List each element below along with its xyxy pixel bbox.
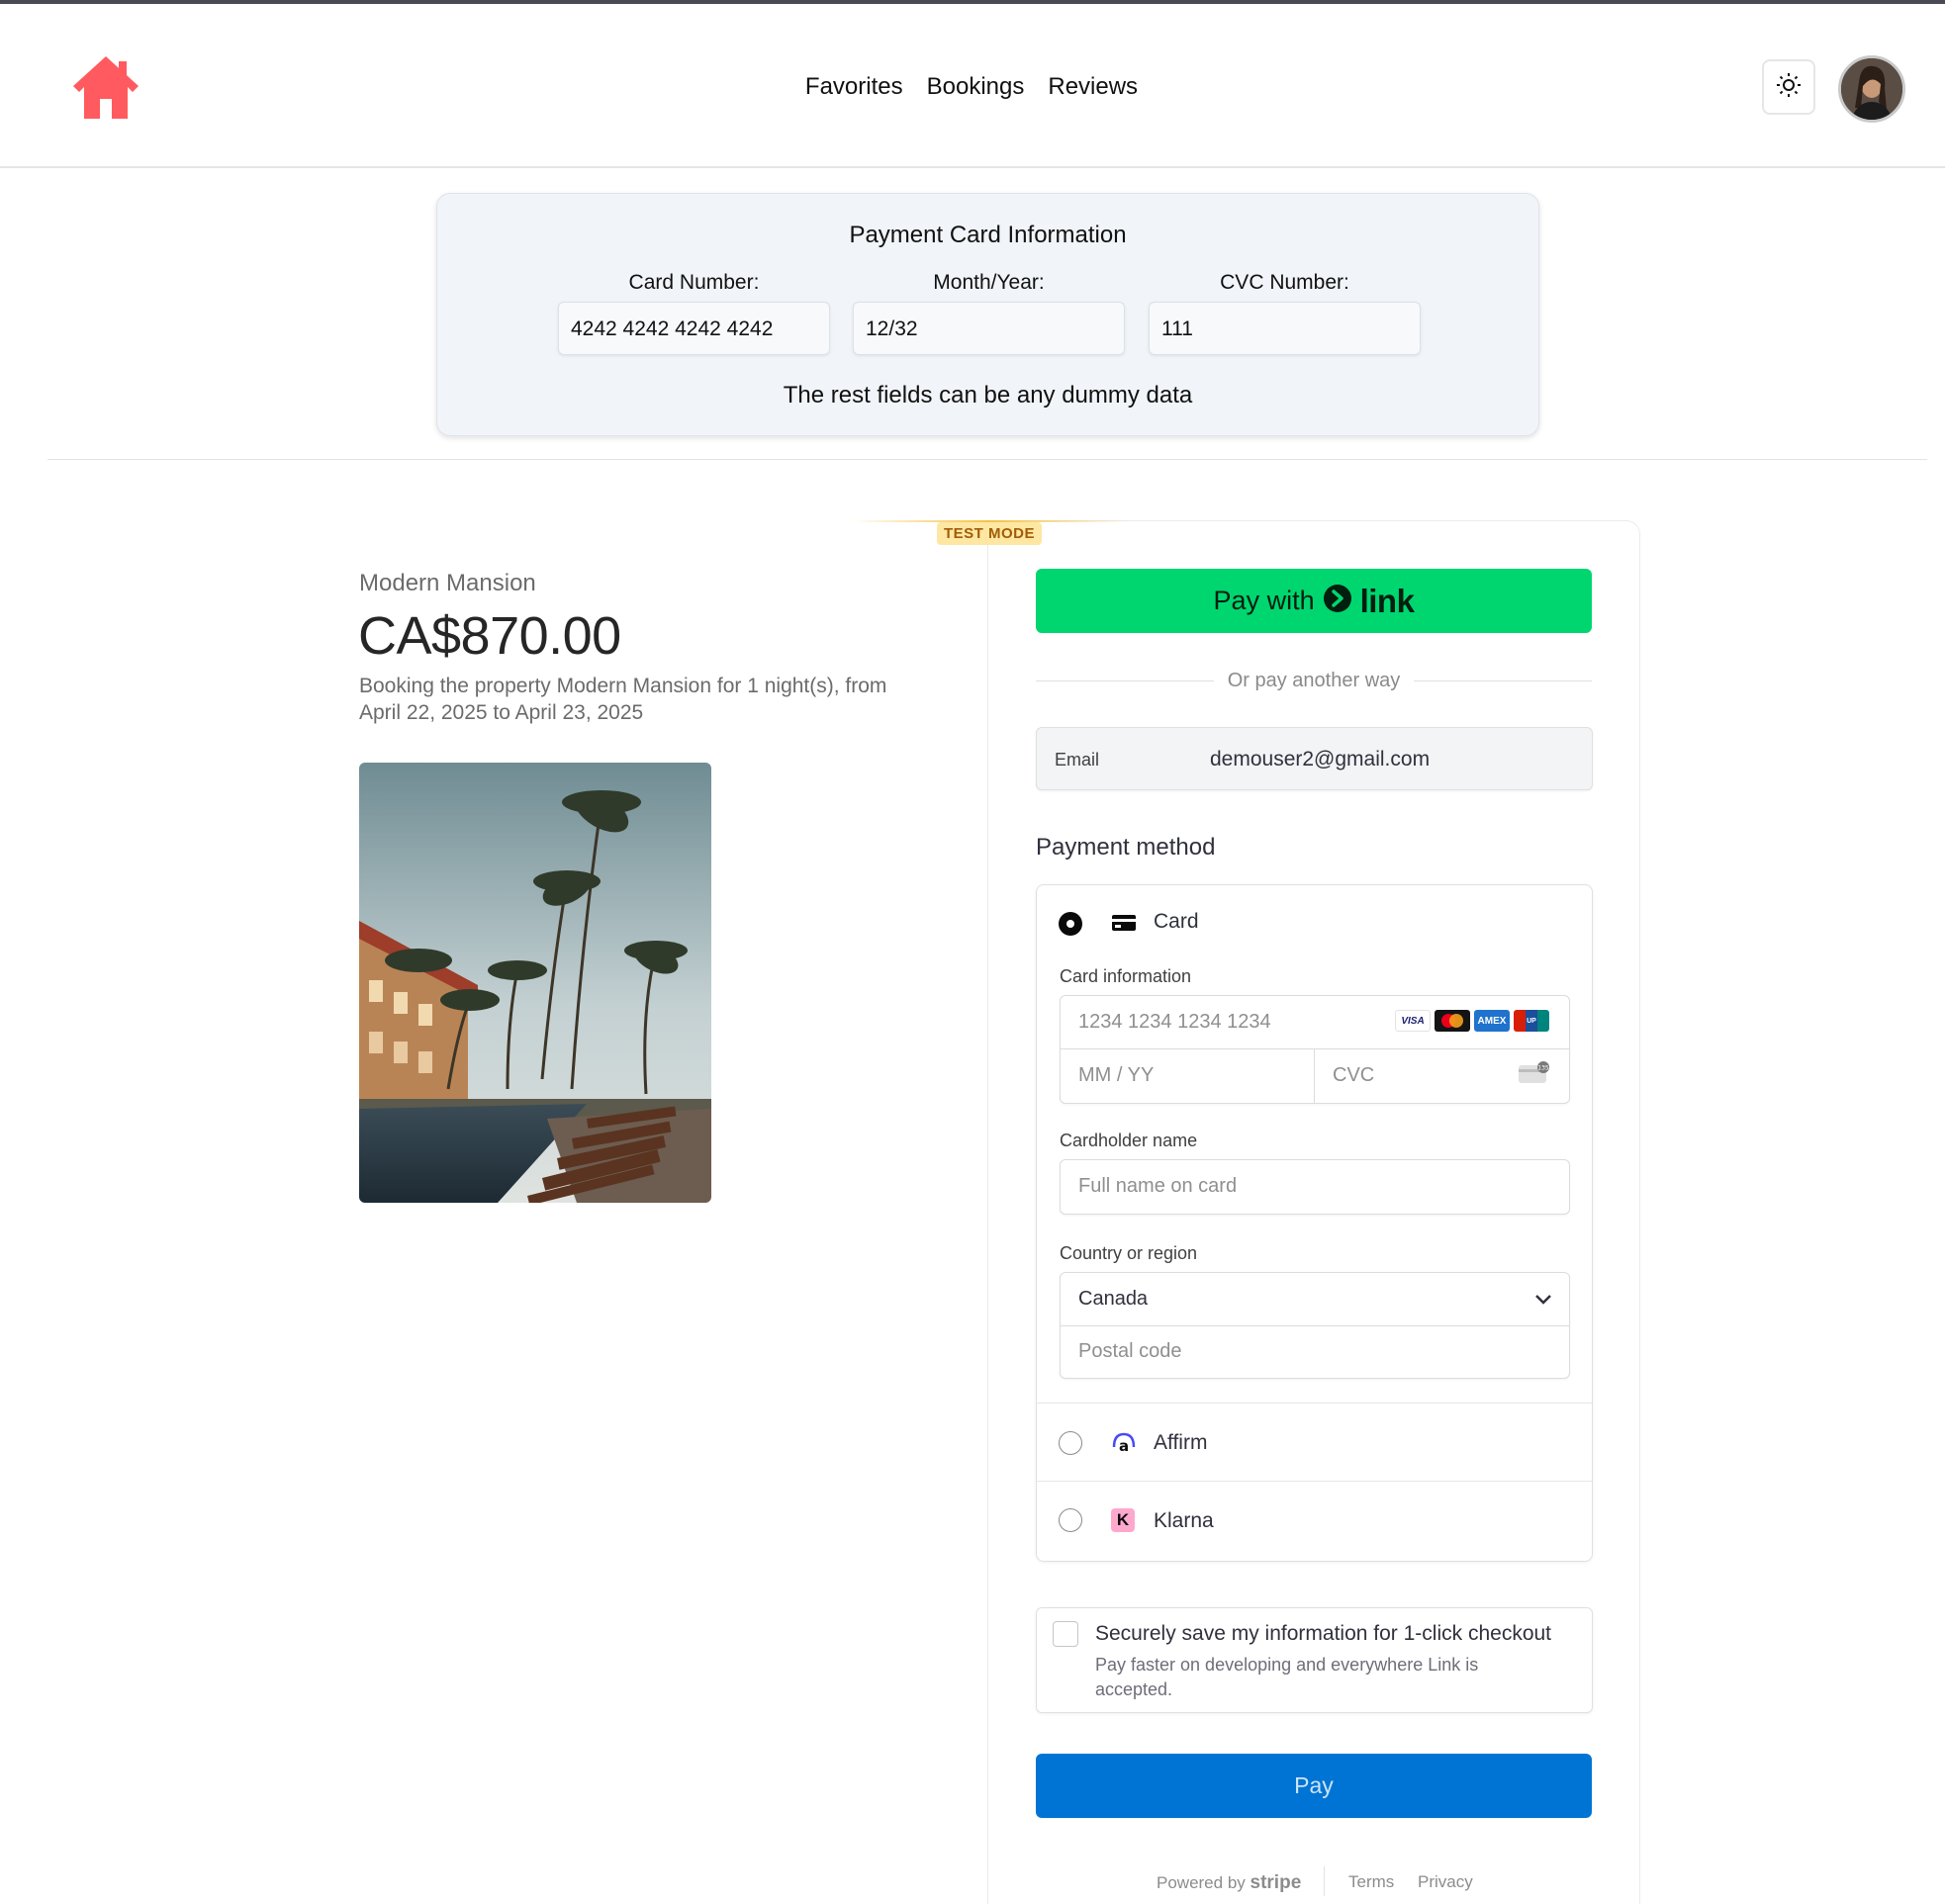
month-year-label: Month/Year: [933,271,1045,294]
navbar: Favorites Bookings Reviews [0,4,1945,168]
postal-code-input[interactable]: Postal code [1078,1340,1182,1363]
email-value: demouser2@gmail.com [1210,748,1431,771]
unionpay-icon: UP [1514,1010,1549,1032]
mastercard-icon [1435,1010,1470,1032]
affirm-radio[interactable] [1059,1431,1082,1455]
cvc-label: CVC Number: [1220,271,1349,294]
link-brand-text: link [1359,582,1415,619]
klarna-radio[interactable] [1059,1508,1082,1532]
affirm-icon: a [1111,1431,1137,1460]
link-arrow-icon [1323,584,1352,618]
svg-text:135: 135 [1537,1065,1549,1072]
theme-toggle-button[interactable] [1762,59,1815,115]
test-mode-badge: TEST MODE [937,522,1043,545]
card-icon [1111,913,1137,938]
pay-with-link-button[interactable]: Pay with link [1036,569,1592,633]
month-year-value-field[interactable]: 12/32 [853,302,1125,355]
or-pay-another-way-text: Or pay another way [1215,670,1413,691]
privacy-link[interactable]: Privacy [1418,1872,1473,1892]
payment-method-accordion: Card Card information 1234 1234 1234 123… [1036,884,1593,1562]
payment-method-title: Payment method [1036,834,1216,861]
product-price: CA$870.00 [358,606,621,666]
card-information-group: 1234 1234 1234 1234 VISA AMEX UP MM / YY… [1060,995,1570,1104]
cardholder-name-label: Cardholder name [1060,1131,1198,1150]
info-note: The rest fields can be any dummy data [783,382,1193,408]
save-info-box: Securely save my information for 1-click… [1036,1607,1593,1713]
klarna-icon: K [1111,1508,1135,1532]
home-icon[interactable] [71,53,140,123]
card-option-label[interactable]: Card [1154,910,1199,934]
cvc-group: CVC Number: 111 [1149,271,1421,355]
nav-reviews[interactable]: Reviews [1048,73,1138,101]
pay-button[interactable]: Pay [1036,1754,1592,1818]
month-year-group: Month/Year: 12/32 [853,271,1125,355]
country-region-label: Country or region [1060,1243,1198,1263]
or-divider: Or pay another way [1036,670,1592,695]
nav-favorites[interactable]: Favorites [805,73,903,101]
card-number-input[interactable]: 1234 1234 1234 1234 [1078,1011,1271,1034]
card-number-group: Card Number: 4242 4242 4242 4242 [558,271,830,355]
product-name: Modern Mansion [359,570,536,596]
email-field[interactable]: Email demouser2@gmail.com [1036,727,1593,790]
cardholder-name-placeholder: Full name on card [1078,1175,1238,1197]
property-image [359,763,711,1203]
terms-link[interactable]: Terms [1348,1872,1394,1892]
card-radio[interactable] [1059,912,1082,936]
cvc-value-field[interactable]: 111 [1149,302,1421,355]
affirm-option-label[interactable]: Affirm [1154,1431,1207,1455]
save-info-subtitle: Pay faster on developing and everywhere … [1095,1655,1479,1699]
section-divider [47,459,1927,460]
chevron-down-icon[interactable] [1533,1293,1553,1312]
save-info-checkbox[interactable] [1053,1621,1078,1647]
cardholder-name-input[interactable]: Full name on card [1060,1159,1570,1215]
pay-with-text: Pay with [1213,586,1315,615]
klarna-option-label[interactable]: Klarna [1154,1509,1214,1533]
info-title: Payment Card Information [849,222,1127,248]
sun-icon [1776,72,1802,103]
powered-by-label: Powered by [1157,1873,1246,1892]
visa-icon: VISA [1395,1010,1431,1032]
test-card-info-panel: Payment Card Information Card Number: 42… [436,193,1539,436]
powered-by-text: Powered by stripe [1157,1872,1301,1894]
expiry-input[interactable]: MM / YY [1078,1064,1154,1087]
nav-bookings[interactable]: Bookings [927,73,1025,101]
amex-icon: AMEX [1474,1010,1510,1032]
cvc-input[interactable]: CVC [1333,1064,1374,1087]
save-info-title[interactable]: Securely save my information for 1-click… [1095,1622,1551,1646]
svg-text:a: a [1119,1437,1129,1455]
email-label: Email [1055,750,1100,770]
card-number-value-field[interactable]: 4242 4242 4242 4242 [558,302,830,355]
product-description: Booking the property Modern Mansion for … [359,675,887,724]
footer-separator [1324,1866,1325,1896]
stripe-logo: stripe [1250,1872,1302,1893]
card-number-label: Card Number: [628,271,760,294]
country-select[interactable]: Canada [1078,1288,1148,1311]
nav-links: Favorites Bookings Reviews [0,73,1945,101]
card-information-label: Card information [1060,966,1192,986]
cvc-card-icon: 135 [1518,1061,1551,1090]
country-postal-group: Canada Postal code [1060,1272,1570,1379]
user-avatar[interactable] [1838,55,1905,123]
